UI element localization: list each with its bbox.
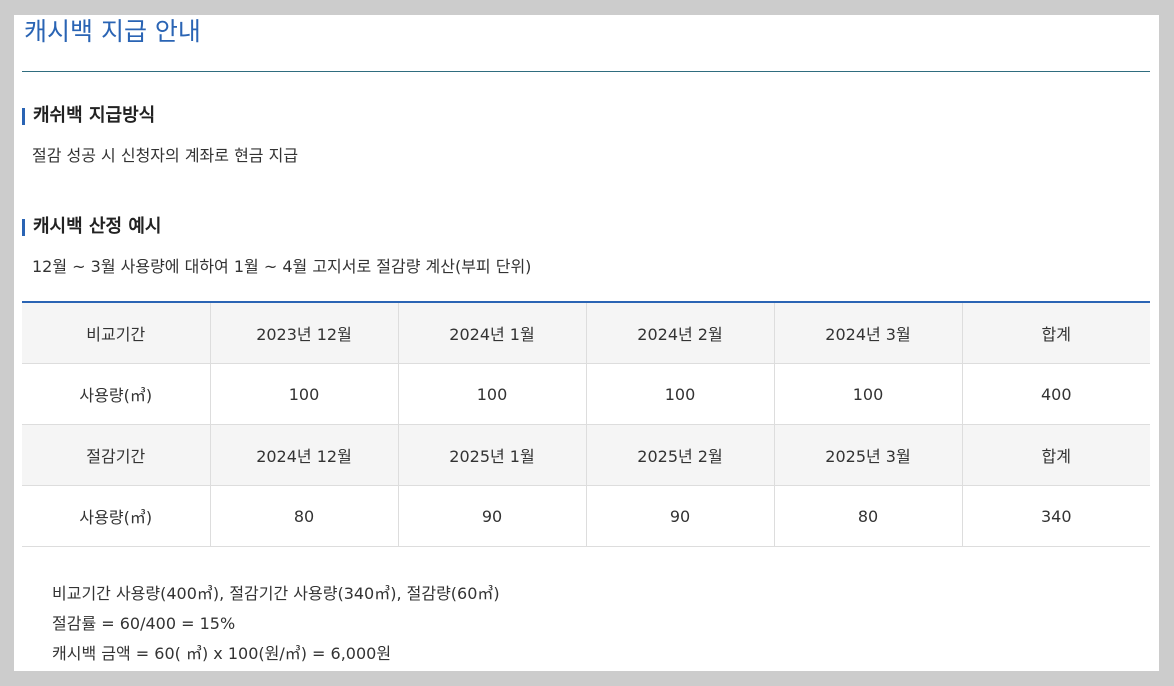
table-cell: 100: [398, 363, 587, 425]
example-heading-text: 캐시백 산정 예시: [33, 216, 162, 237]
table-cell: 2024년 3월: [774, 302, 963, 364]
example-heading: 캐시백 산정 예시: [22, 216, 161, 238]
title-divider: [22, 71, 1150, 72]
table-cell: 90: [398, 485, 587, 547]
table-cell: 400: [962, 363, 1150, 425]
table-cell: 비교기간: [22, 302, 211, 364]
table-cell: 2025년 3월: [774, 424, 963, 486]
table-cell: 2025년 2월: [586, 424, 775, 486]
table-cell: 사용량(㎥): [22, 363, 211, 425]
table-row-saving-usage: 사용량(㎥) 80 90 90 80 340: [22, 485, 1150, 547]
table-cell: 100: [210, 363, 399, 425]
table-cell: 2024년 1월: [398, 302, 587, 364]
table-cell: 2025년 1월: [398, 424, 587, 486]
cashback-example-table: 비교기간 2023년 12월 2024년 1월 2024년 2월 2024년 3…: [22, 301, 1150, 547]
table-cell: 절감기간: [22, 424, 211, 486]
heading-marker: [22, 219, 25, 236]
table-cell: 100: [774, 363, 963, 425]
payment-method-heading: 캐쉬백 지급방식: [22, 105, 155, 127]
example-description: 12월 ~ 3월 사용량에 대하여 1월 ~ 4월 고지서로 절감량 계산(부피…: [32, 257, 532, 276]
payment-method-heading-text: 캐쉬백 지급방식: [33, 105, 156, 126]
table-cell: 2024년 12월: [210, 424, 399, 486]
table-cell: 100: [586, 363, 775, 425]
table-cell: 2024년 2월: [586, 302, 775, 364]
payment-method-description: 절감 성공 시 신청자의 계좌로 현금 지급: [32, 146, 299, 165]
table-cell: 340: [962, 485, 1150, 547]
calculation-line-rate: 절감률 = 60/400 = 15%: [52, 614, 236, 633]
table-row-saving-period: 절감기간 2024년 12월 2025년 1월 2025년 2월 2025년 3…: [22, 424, 1150, 486]
table-cell: 합계: [962, 302, 1150, 364]
calculation-line-usage: 비교기간 사용량(400㎥), 절감기간 사용량(340㎥), 절감량(60㎥): [52, 584, 500, 603]
table-cell: 합계: [962, 424, 1150, 486]
page-title: 캐시백 지급 안내: [24, 17, 201, 46]
table-cell: 사용량(㎥): [22, 485, 211, 547]
table-cell: 2023년 12월: [210, 302, 399, 364]
table-row-comparison-period: 비교기간 2023년 12월 2024년 1월 2024년 2월 2024년 3…: [22, 302, 1150, 364]
calculation-line-amount: 캐시백 금액 = 60( ㎥) x 100(원/㎥) = 6,000원: [52, 644, 392, 663]
table-cell: 90: [586, 485, 775, 547]
heading-marker: [22, 108, 25, 125]
table-cell: 80: [210, 485, 399, 547]
calculation-notes: 비교기간 사용량(400㎥), 절감기간 사용량(340㎥), 절감량(60㎥)…: [52, 579, 500, 669]
table-row-comparison-usage: 사용량(㎥) 100 100 100 100 400: [22, 363, 1150, 425]
content-panel: 캐시백 지급 안내 캐쉬백 지급방식 절감 성공 시 신청자의 계좌로 현금 지…: [14, 15, 1159, 671]
table-cell: 80: [774, 485, 963, 547]
